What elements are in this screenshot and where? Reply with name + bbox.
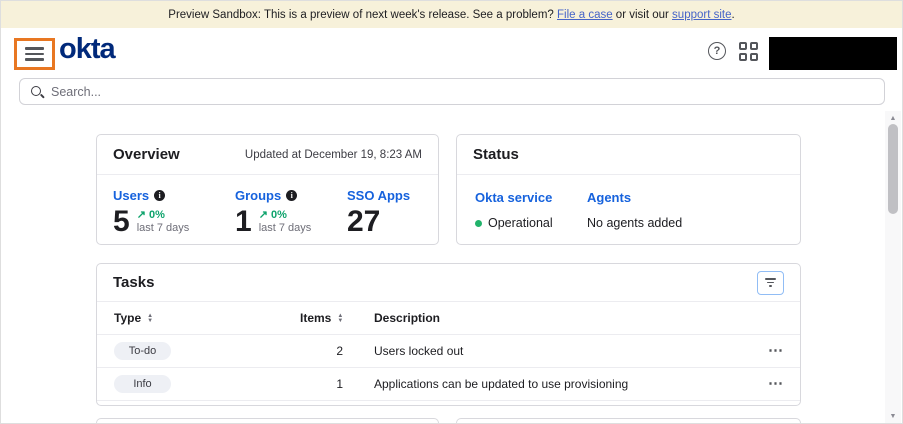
- tasks-table-header: Type▲▼ Items▲▼ Description: [97, 302, 800, 335]
- okta-admin-dashboard: Preview Sandbox: This is a preview of ne…: [0, 0, 903, 424]
- banner-text-suffix: .: [732, 9, 735, 21]
- info-icon[interactable]: i: [154, 190, 165, 201]
- support-site-link[interactable]: support site: [672, 9, 731, 21]
- type-badge: To-do: [114, 342, 171, 360]
- okta-logo[interactable]: okta: [59, 33, 115, 66]
- status-card: Status Okta service Operational Agents N…: [456, 134, 801, 245]
- items-count: 1: [300, 377, 355, 391]
- users-link[interactable]: Usersi: [113, 188, 235, 203]
- filter-button[interactable]: [757, 271, 784, 295]
- sort-icon: ▲▼: [337, 314, 343, 323]
- trend-up-icon: ↗: [259, 209, 268, 221]
- agents-value: No agents added: [587, 216, 682, 230]
- apps-grid-icon[interactable]: [739, 42, 758, 61]
- row-actions-menu[interactable]: ⋯: [741, 346, 783, 356]
- users-trend-period: last 7 days: [137, 222, 190, 235]
- file-a-case-link[interactable]: File a case: [557, 9, 613, 21]
- task-description: Applications can be updated to use provi…: [355, 377, 741, 391]
- groups-count: 1: [235, 207, 252, 237]
- table-row[interactable]: Info 1 Applications can be updated to us…: [97, 368, 800, 401]
- status-title: Status: [473, 146, 519, 163]
- sort-icon: ▲▼: [147, 314, 153, 323]
- search-icon: [30, 85, 44, 99]
- okta-service-value: Operational: [475, 216, 587, 230]
- stat-sso-apps: SSO Apps 27: [347, 188, 410, 237]
- overview-stats: Usersi 5 ↗ 0% last 7 days Groupsi 1 ↗ 0%…: [97, 175, 438, 237]
- column-header-items[interactable]: Items▲▼: [300, 311, 355, 325]
- users-count: 5: [113, 207, 130, 237]
- groups-trend: ↗ 0%: [259, 209, 312, 222]
- status-card-header: Status: [457, 135, 800, 175]
- redacted-account-info: [769, 37, 897, 70]
- okta-service-link[interactable]: Okta service: [475, 190, 587, 205]
- preview-sandbox-banner: Preview Sandbox: This is a preview of ne…: [1, 1, 902, 28]
- task-description: Users locked out: [355, 344, 741, 358]
- help-icon[interactable]: ?: [708, 42, 726, 60]
- filter-icon: [765, 278, 776, 280]
- scrollbar-thumb[interactable]: [888, 124, 898, 214]
- partial-card-left: [96, 418, 439, 424]
- banner-text-middle: or visit our: [613, 9, 672, 21]
- sso-apps-link[interactable]: SSO Apps: [347, 188, 410, 203]
- scroll-down-icon[interactable]: ▼: [885, 413, 901, 420]
- agents-link[interactable]: Agents: [587, 190, 682, 205]
- search-bar[interactable]: [19, 78, 885, 105]
- trend-up-icon: ↗: [137, 209, 146, 221]
- overview-updated-timestamp: Updated at December 19, 8:23 AM: [245, 149, 422, 161]
- operational-status-dot: [475, 220, 482, 227]
- type-badge: Info: [114, 375, 171, 393]
- status-columns: Okta service Operational Agents No agent…: [457, 175, 800, 230]
- info-icon[interactable]: i: [286, 190, 297, 201]
- tasks-title: Tasks: [113, 274, 154, 291]
- overview-card: Overview Updated at December 19, 8:23 AM…: [96, 134, 439, 245]
- vertical-scrollbar[interactable]: ▲ ▼: [885, 111, 901, 424]
- overview-title: Overview: [113, 146, 180, 163]
- agents-status: Agents No agents added: [587, 190, 682, 230]
- stat-users: Usersi 5 ↗ 0% last 7 days: [113, 188, 235, 237]
- column-header-description: Description: [355, 311, 741, 325]
- scroll-up-icon[interactable]: ▲: [885, 115, 901, 122]
- groups-trend-period: last 7 days: [259, 222, 312, 235]
- tasks-card: Tasks Type▲▼ Items▲▼ Description To-do 2…: [96, 263, 801, 406]
- okta-service-status: Okta service Operational: [475, 190, 587, 230]
- overview-card-header: Overview Updated at December 19, 8:23 AM: [97, 135, 438, 175]
- tasks-card-header: Tasks: [97, 264, 800, 302]
- search-input[interactable]: [51, 85, 874, 99]
- top-header: okta ?: [1, 28, 902, 76]
- sso-apps-count: 27: [347, 207, 380, 237]
- table-row[interactable]: To-do 2 Users locked out ⋯: [97, 335, 800, 368]
- items-count: 2: [300, 344, 355, 358]
- stat-groups: Groupsi 1 ↗ 0% last 7 days: [235, 188, 347, 237]
- hamburger-menu-button[interactable]: [14, 38, 55, 70]
- banner-text: Preview Sandbox: This is a preview of ne…: [168, 9, 557, 21]
- partial-card-right: [456, 418, 801, 424]
- users-trend: ↗ 0%: [137, 209, 190, 222]
- groups-link[interactable]: Groupsi: [235, 188, 347, 203]
- hamburger-icon: [25, 47, 44, 50]
- column-header-type[interactable]: Type▲▼: [114, 311, 300, 325]
- row-actions-menu[interactable]: ⋯: [741, 379, 783, 389]
